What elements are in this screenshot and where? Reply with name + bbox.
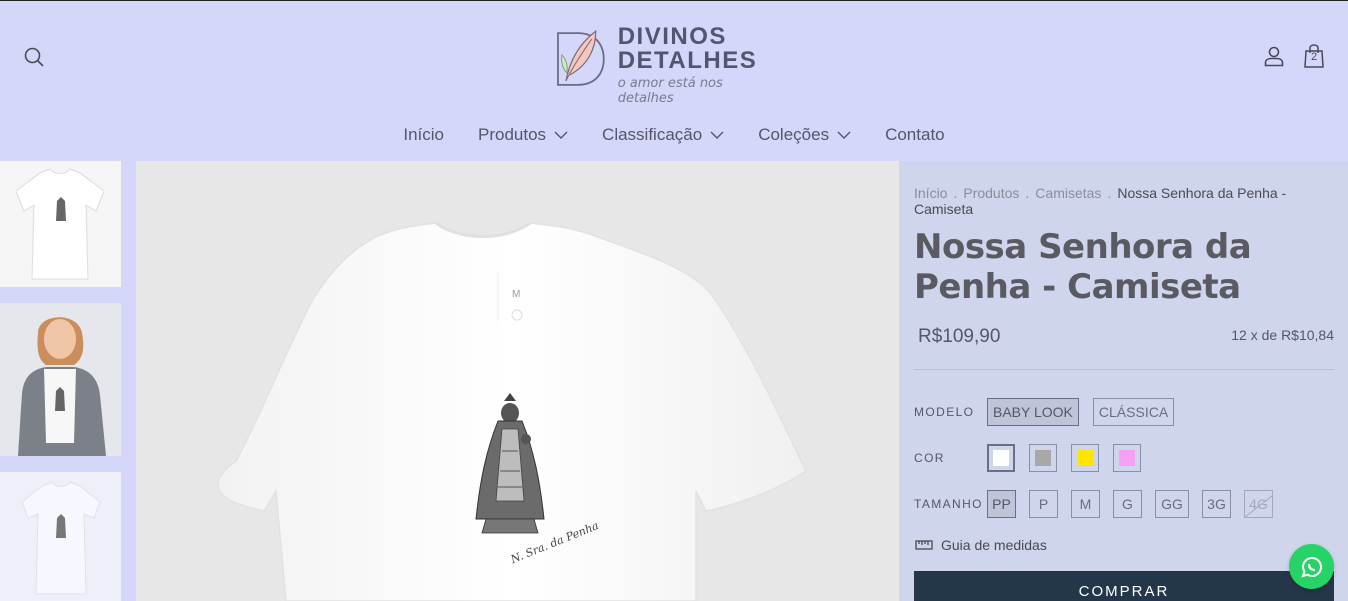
- chevron-down-icon: [710, 131, 724, 139]
- babylook-thumbnail-image: [21, 481, 101, 595]
- logo-tagline: o amor está nos detalhes: [617, 76, 723, 106]
- option-label-tamanho: TAMANHO: [914, 497, 983, 511]
- modelo-baby-look-button[interactable]: BABY LOOK: [987, 398, 1079, 426]
- logo-text: DIVINOS DETALHES o amor está nos detalhe…: [617, 23, 782, 107]
- nav-item-colecoes[interactable]: Coleções: [758, 125, 851, 145]
- installments-text: 12 x de R$10,84: [1231, 327, 1334, 343]
- nav-item-label: Classificação: [602, 125, 703, 144]
- nav-item-label: Contato: [885, 125, 945, 144]
- option-label-modelo: MODELO: [914, 405, 975, 419]
- logo-line-1: DIVINOS: [617, 23, 727, 50]
- nav-item-label: Coleções: [758, 125, 830, 144]
- whatsapp-icon: [1300, 556, 1322, 577]
- cart-count-badge: 2: [1310, 51, 1318, 63]
- chevron-down-icon: [837, 131, 851, 139]
- buy-button[interactable]: COMPRAR: [914, 571, 1334, 601]
- search-button[interactable]: [22, 45, 46, 69]
- color-swatch-pink[interactable]: [1113, 444, 1141, 472]
- breadcrumb-home[interactable]: Início: [914, 185, 947, 201]
- tshirt-main-image: M N. Sra. da Penha: [217, 221, 807, 601]
- breadcrumb-separator: .: [953, 185, 958, 201]
- breadcrumb-separator: .: [1025, 185, 1030, 201]
- main-nav: Início Produtos Classificação Coleções C…: [0, 125, 1348, 145]
- ruler-icon: [915, 540, 933, 550]
- product-price: R$109,90: [918, 326, 1001, 347]
- option-modelo: MODELO BABY LOOK CLÁSSICA: [914, 398, 1188, 426]
- modelo-classica-button[interactable]: CLÁSSICA: [1092, 398, 1175, 426]
- size-pp-button[interactable]: PP: [987, 490, 1016, 518]
- price-divider: [914, 369, 1334, 370]
- shirt-tag-size: M: [512, 289, 520, 300]
- product-info-panel: Início. Produtos. Camisetas. Nossa Senhora …: [899, 161, 1348, 601]
- breadcrumb-produtos[interactable]: Produtos: [963, 185, 1019, 201]
- size-4g-button[interactable]: 4G: [1244, 490, 1273, 518]
- cart-button[interactable]: 2: [1302, 43, 1326, 69]
- size-g-button[interactable]: G: [1113, 490, 1142, 518]
- leaf-logo-icon: [557, 29, 605, 86]
- thumbnail-tshirt-front[interactable]: [0, 161, 121, 287]
- size-3g-button[interactable]: 3G: [1202, 490, 1231, 518]
- thumbnail-model-photo[interactable]: [0, 303, 121, 456]
- breadcrumb-camisetas[interactable]: Camisetas: [1035, 185, 1101, 201]
- color-swatch-gray[interactable]: [1029, 444, 1057, 472]
- nav-item-label: Início: [403, 125, 444, 144]
- chevron-down-icon: [554, 131, 568, 139]
- nav-item-label: Produtos: [478, 125, 547, 144]
- size-p-button[interactable]: P: [1029, 490, 1058, 518]
- nav-item-produtos[interactable]: Produtos: [478, 125, 568, 145]
- color-swatch-white[interactable]: [987, 444, 1015, 472]
- product-title: Nossa Senhora da Penha - Camiseta: [914, 227, 1252, 307]
- option-tamanho: TAMANHO PP P M G GG 3G 4G: [914, 490, 1286, 518]
- user-icon: [1264, 46, 1284, 67]
- option-cor: COR: [914, 444, 1155, 472]
- breadcrumb-separator: .: [1107, 185, 1112, 201]
- breadcrumb: Início. Produtos. Camisetas. Nossa Senhora …: [914, 185, 1314, 217]
- main-product-image[interactable]: M N. Sra. da Penha: [136, 161, 899, 601]
- nav-item-contato[interactable]: Contato: [885, 125, 945, 145]
- site-header: DIVINOS DETALHES o amor está nos detalhe…: [0, 1, 1348, 161]
- size-guide-label: Guia de medidas: [941, 537, 1047, 553]
- logo-line-2: DETALHES: [617, 47, 758, 74]
- account-button[interactable]: [1262, 44, 1286, 68]
- tshirt-thumbnail-image: [15, 168, 105, 280]
- thumbnail-tshirt-babylook[interactable]: [0, 472, 121, 601]
- search-icon: [24, 47, 44, 67]
- color-swatch-yellow[interactable]: [1071, 444, 1099, 472]
- nav-item-classificacao[interactable]: Classificação: [602, 125, 724, 145]
- size-guide-link[interactable]: Guia de medidas: [915, 537, 1047, 553]
- model-thumbnail-image: [0, 303, 121, 456]
- size-gg-button[interactable]: GG: [1155, 490, 1189, 518]
- site-logo[interactable]: DIVINOS DETALHES o amor está nos detalhe…: [552, 25, 782, 106]
- option-label-cor: COR: [914, 451, 945, 465]
- thumbnail-strip: [0, 161, 136, 601]
- size-m-button[interactable]: M: [1071, 490, 1100, 518]
- nav-item-inicio[interactable]: Início: [403, 125, 444, 145]
- whatsapp-button[interactable]: [1289, 544, 1334, 589]
